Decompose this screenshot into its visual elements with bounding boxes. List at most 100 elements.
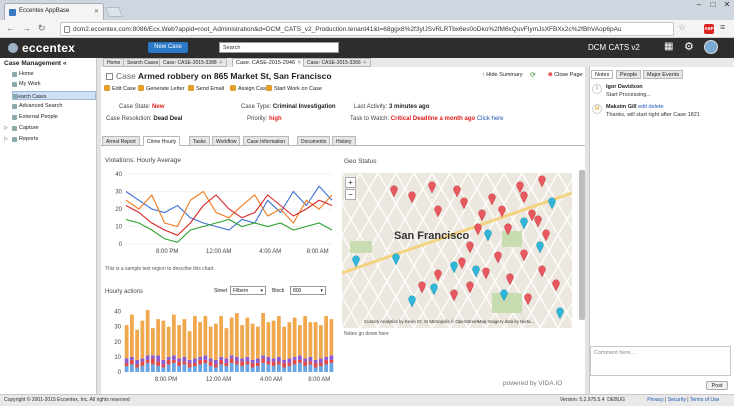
- hide-summary-button[interactable]: ↑ Hide Summary: [482, 72, 523, 78]
- block-select[interactable]: 800 ▾: [290, 286, 326, 295]
- generate-letter-button[interactable]: Generate Letter: [138, 85, 185, 92]
- address-bar[interactable]: dcm2.eccentex.com:8086/Ecx.Web?appid=roo…: [60, 22, 674, 36]
- geo-title: Geo Status: [344, 158, 377, 165]
- maximize-icon[interactable]: □: [706, 0, 720, 9]
- bar-segment: [250, 362, 255, 368]
- edit-case-button[interactable]: Edit Case: [104, 85, 136, 92]
- bar-segment: [166, 326, 171, 357]
- minimize-icon[interactable]: –: [692, 0, 706, 9]
- bar-segment: [182, 356, 187, 362]
- tab-case-2946[interactable]: Case: CASE-2015-2946 ✕: [232, 58, 306, 67]
- expand-reports-icon[interactable]: ▷: [4, 136, 8, 142]
- bar-segment: [271, 361, 276, 366]
- violations-line-chart: 0 10 20 30 40 8:00 PM 12:00 AM 4:00 AM 8:00 AM: [115, 172, 333, 255]
- start-icon: [266, 85, 272, 91]
- y-tick-label: 30: [114, 325, 121, 331]
- eccentex-logo: eccentex: [8, 41, 75, 55]
- red-map-pin-icon: [542, 229, 550, 242]
- post-button[interactable]: Post: [706, 381, 728, 390]
- tab-documents[interactable]: Documents: [297, 136, 331, 146]
- collapse-icon[interactable]: «: [63, 60, 67, 67]
- close-tab-icon[interactable]: ✕: [363, 60, 367, 66]
- tab-workflow[interactable]: Workflow: [212, 136, 241, 146]
- red-map-pin-icon: [494, 251, 502, 264]
- gear-icon[interactable]: ⚙: [684, 40, 694, 53]
- hourly-title: Hourly actions: [105, 289, 144, 295]
- bar-segment: [282, 359, 287, 363]
- bar-segment: [234, 313, 239, 357]
- bar-segment: [234, 356, 239, 362]
- send-email-button[interactable]: Send Email: [188, 85, 224, 92]
- browser-tab[interactable]: Eccentex AppBase ✕: [4, 3, 104, 20]
- bar-segment: [187, 367, 192, 372]
- bar-segment: [213, 367, 218, 372]
- url-text: dcm2.eccentex.com:8086/Ecx.Web?appid=roo…: [73, 26, 622, 33]
- close-page-button[interactable]: ⊗ Close Page: [548, 72, 583, 78]
- comment-input[interactable]: Comment here...: [590, 346, 731, 376]
- tab-arrest-report[interactable]: Arrest Report: [102, 136, 140, 146]
- bookmark-star-icon[interactable]: ☆: [678, 22, 686, 33]
- sidebar-item-external-people[interactable]: External People: [12, 113, 96, 122]
- sidebar-item-capture[interactable]: Capture: [12, 124, 96, 133]
- expand-capture-icon[interactable]: ▷: [4, 125, 8, 131]
- tab-notes[interactable]: Notes: [591, 70, 614, 79]
- bar-segment: [145, 362, 150, 372]
- forward-icon[interactable]: →: [22, 23, 31, 33]
- security-link[interactable]: Security: [668, 397, 686, 403]
- bar-segment: [140, 365, 145, 372]
- lock-icon: [64, 26, 70, 33]
- search-input[interactable]: Search: [219, 42, 339, 53]
- red-map-pin-icon: [520, 191, 528, 204]
- close-tab-icon[interactable]: ✕: [297, 60, 302, 66]
- close-tab-icon[interactable]: ✕: [94, 8, 99, 15]
- sidebar-item-my-work[interactable]: My Work: [12, 80, 96, 89]
- bar-segment: [297, 325, 302, 356]
- sidebar-item-reports[interactable]: Reports: [12, 135, 96, 144]
- reload-icon[interactable]: ↻: [38, 23, 46, 34]
- edit-link[interactable]: edit: [638, 104, 647, 110]
- sidebar-item-home[interactable]: Home: [12, 70, 96, 79]
- bar-segment: [177, 358, 182, 362]
- bar-segment: [192, 365, 197, 372]
- delete-link[interactable]: delete: [649, 104, 664, 110]
- close-window-icon[interactable]: ✕: [720, 0, 734, 9]
- close-tab-icon[interactable]: ✕: [219, 60, 223, 66]
- tab-people[interactable]: People: [616, 70, 642, 79]
- assign-case-button[interactable]: Assign Case: [230, 85, 269, 92]
- refresh-icon[interactable]: ⟳: [530, 71, 536, 79]
- back-icon[interactable]: ←: [6, 23, 15, 33]
- tab-major-events[interactable]: Major Events: [643, 70, 684, 79]
- bar-segment: [219, 359, 224, 365]
- sidebar-item-advanced-search[interactable]: Advanced Search: [12, 102, 96, 111]
- geo-map[interactable]: San Francisco Custom Analytics by Kevin …: [342, 173, 572, 328]
- tab-case-information[interactable]: Case Information: [243, 136, 290, 146]
- park-area: [502, 231, 522, 247]
- home-icon: [12, 72, 17, 77]
- tab-case-3388[interactable]: Case: CASE-2015-3388 ✕: [159, 58, 227, 67]
- tab-crime-hourly[interactable]: Crime Hourly: [143, 136, 181, 146]
- block-label: Block: [272, 288, 285, 294]
- bar-segment: [329, 319, 334, 356]
- street-select[interactable]: Filbern ▾: [230, 286, 266, 295]
- privacy-link[interactable]: Privacy: [647, 397, 663, 403]
- zoom-in-button[interactable]: +: [345, 177, 356, 188]
- apps-grid-icon[interactable]: ▦: [664, 42, 674, 52]
- user-avatar[interactable]: [704, 40, 718, 54]
- browser-menu-icon[interactable]: ≡: [720, 22, 725, 32]
- terms-link[interactable]: Terms of Use: [690, 397, 719, 403]
- red-map-pin-icon: [478, 209, 486, 222]
- zoom-out-button[interactable]: −: [345, 189, 356, 200]
- sidebar-header[interactable]: Case Management «: [4, 60, 67, 67]
- adblock-icon[interactable]: ABP: [704, 24, 714, 34]
- bar-segment: [318, 358, 323, 363]
- click-here-link[interactable]: Click here: [477, 116, 504, 122]
- start-work-button[interactable]: Start Work on Case: [266, 85, 322, 92]
- tab-case-3366[interactable]: Case: CASE-2015-3366 ✕: [303, 58, 371, 67]
- bar-segment: [129, 314, 134, 357]
- bar-segment: [303, 361, 308, 366]
- sidebar-item-search-cases[interactable]: Search Cases: [12, 91, 96, 100]
- tab-history[interactable]: History: [332, 136, 356, 146]
- new-case-button[interactable]: New Case: [148, 42, 188, 53]
- tab-tasks[interactable]: Tasks: [189, 136, 210, 146]
- tab-home[interactable]: Home: [103, 58, 125, 67]
